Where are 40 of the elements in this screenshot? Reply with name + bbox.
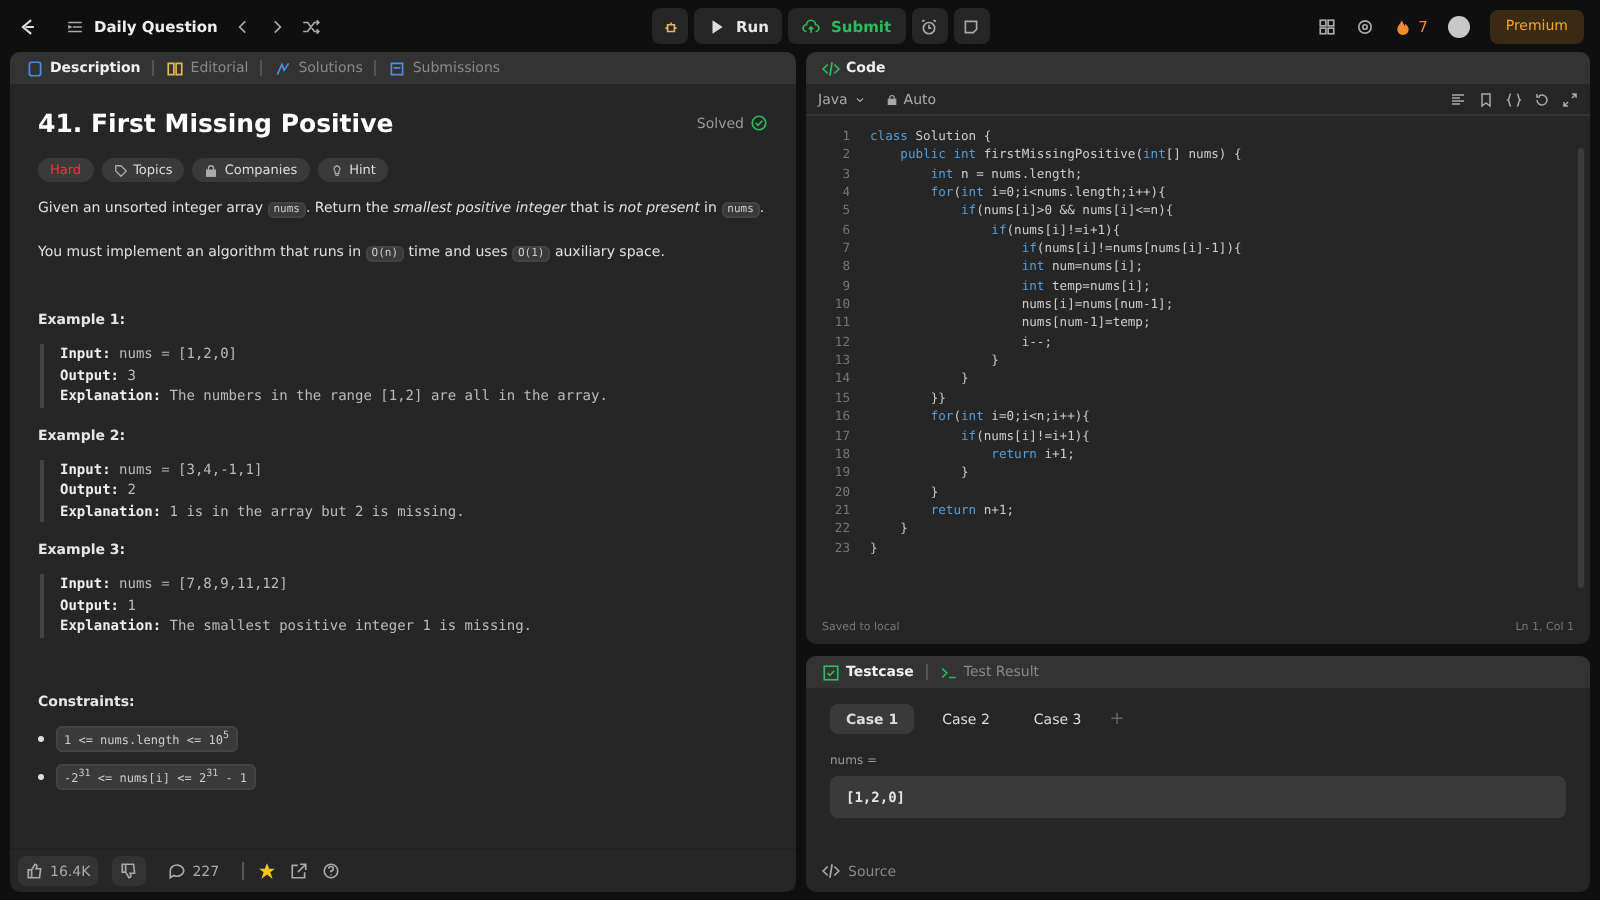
grid-icon[interactable]	[1318, 17, 1337, 35]
note-icon	[962, 17, 981, 35]
lock-icon	[885, 93, 898, 105]
help-icon[interactable]	[321, 862, 340, 880]
problem-title: 41. First Missing Positive	[38, 108, 394, 138]
checkbox-icon	[822, 663, 840, 681]
tag-icon	[113, 163, 128, 177]
debug-button[interactable]	[652, 8, 688, 44]
thumbs-up-icon	[26, 862, 44, 880]
speech-bubble-icon	[168, 862, 187, 880]
lock-icon	[204, 163, 219, 177]
check-circle-icon	[750, 114, 768, 132]
avatar[interactable]	[1447, 15, 1470, 37]
notes-button[interactable]	[953, 8, 990, 44]
share-icon[interactable]	[289, 862, 308, 880]
bookmark-icon[interactable]	[1478, 91, 1494, 107]
terminal-icon	[939, 663, 958, 681]
document-icon	[26, 59, 44, 77]
bullet-icon	[38, 735, 44, 741]
alarm-clock-icon	[920, 17, 939, 35]
code-icon	[822, 59, 840, 77]
expand-icon[interactable]	[1562, 91, 1578, 107]
list-icon	[66, 17, 84, 35]
cloud-upload-icon	[802, 17, 821, 35]
book-icon	[166, 59, 185, 77]
braces-icon[interactable]	[1506, 91, 1522, 107]
shuffle-icon[interactable]	[301, 17, 320, 35]
code-icon	[822, 862, 840, 880]
thumbs-down-icon	[120, 862, 139, 880]
play-icon	[708, 17, 726, 35]
flame-icon	[1394, 17, 1413, 35]
star-icon[interactable]	[257, 862, 276, 880]
bullet-icon	[38, 773, 44, 779]
alarm-button[interactable]	[911, 8, 948, 44]
undo-icon[interactable]	[1534, 91, 1550, 107]
chevron-down-icon	[853, 93, 866, 105]
format-icon[interactable]	[1450, 91, 1466, 107]
lightbulb-icon	[329, 163, 344, 177]
dislike-button[interactable]	[112, 856, 147, 886]
settings-icon[interactable]	[1356, 17, 1375, 35]
